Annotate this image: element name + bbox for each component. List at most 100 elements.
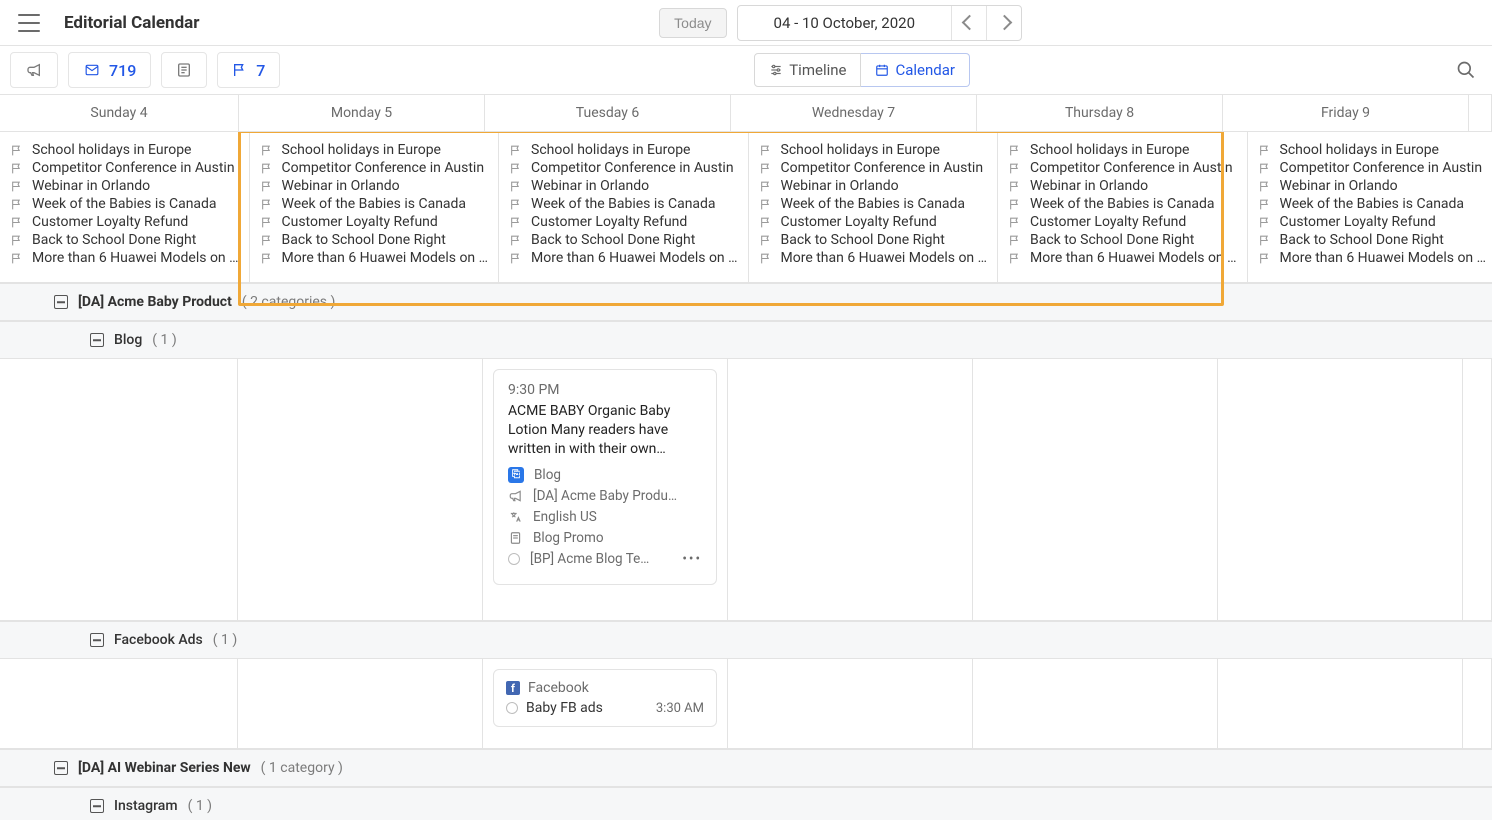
flag-item[interactable]: School holidays in Europe — [1258, 142, 1487, 158]
flag-item[interactable]: School holidays in Europe — [759, 142, 988, 158]
day-header: Sunday 4 — [0, 95, 239, 131]
flag-item[interactable]: More than 6 Huawei Models on … — [10, 250, 239, 266]
flag-item[interactable]: School holidays in Europe — [10, 142, 239, 158]
collapse-icon[interactable] — [90, 799, 104, 813]
day-headers: Sunday 4 Monday 5 Tuesday 6 Wednesday 7 … — [0, 95, 1492, 132]
notes-chip[interactable] — [161, 52, 207, 88]
search-button[interactable] — [1450, 60, 1482, 80]
collapse-icon[interactable] — [90, 333, 104, 347]
flag-item[interactable]: Competitor Conference in Austin — [260, 160, 489, 176]
blog-badge-icon: ⎘ — [508, 467, 524, 483]
today-button[interactable]: Today — [659, 8, 726, 38]
flag-item[interactable]: Back to School Done Right — [759, 232, 988, 248]
date-range-label[interactable]: 04 - 10 October, 2020 — [738, 6, 952, 40]
mail-icon — [83, 63, 101, 77]
flag-item[interactable]: Webinar in Orlando — [10, 178, 239, 194]
flag-item[interactable]: Week of the Babies is Canada — [759, 196, 988, 212]
day-header-overflow — [1469, 95, 1492, 131]
status-ring-icon — [506, 702, 518, 714]
flag-item[interactable]: More than 6 Huawei Models on … — [759, 250, 988, 266]
day-cell: School holidays in Europe Competitor Conf… — [1248, 132, 1492, 283]
flag-item[interactable]: Back to School Done Right — [1258, 232, 1487, 248]
megaphone-icon — [25, 62, 43, 78]
calendar-icon — [875, 63, 889, 77]
day-header: Tuesday 6 — [485, 95, 731, 131]
card-time: 9:30 PM — [508, 382, 702, 398]
flags-count: 7 — [256, 61, 265, 80]
notes-icon — [176, 62, 192, 78]
page-title: Editorial Calendar — [64, 13, 199, 33]
flag-item[interactable]: More than 6 Huawei Models on … — [1258, 250, 1487, 266]
flag-item[interactable]: Week of the Babies is Canada — [509, 196, 738, 212]
flag-item[interactable]: Back to School Done Right — [1008, 232, 1237, 248]
next-week-button[interactable] — [986, 6, 1021, 40]
day-cell: School holidays in Europe Competitor Conf… — [0, 132, 250, 283]
facebook-icon: f — [506, 681, 520, 695]
flag-item[interactable]: School holidays in Europe — [260, 142, 489, 158]
day-cell: School holidays in Europe Competitor Conf… — [749, 132, 999, 283]
flag-item[interactable]: Customer Loyalty Refund — [260, 214, 489, 230]
flag-item[interactable]: Back to School Done Right — [260, 232, 489, 248]
flag-item[interactable]: Competitor Conference in Austin — [509, 160, 738, 176]
flag-item[interactable]: Back to School Done Right — [509, 232, 738, 248]
doc-icon — [508, 531, 523, 545]
subgroup-header-ig[interactable]: Instagram ( 1 ) — [0, 787, 1492, 820]
flag-item[interactable]: School holidays in Europe — [509, 142, 738, 158]
flag-item[interactable]: Webinar in Orlando — [1008, 178, 1237, 194]
card-title: ACME BABY Organic Baby Lotion Many reade… — [508, 402, 702, 459]
group-header-2[interactable]: [DA] AI Webinar Series New ( 1 category … — [0, 749, 1492, 787]
flag-item[interactable]: Webinar in Orlando — [1258, 178, 1487, 194]
day-header: Friday 9 — [1223, 95, 1469, 131]
flag-item[interactable]: Competitor Conference in Austin — [759, 160, 988, 176]
flag-item[interactable]: Back to School Done Right — [10, 232, 239, 248]
blog-card[interactable]: 9:30 PM ACME BABY Organic Baby Lotion Ma… — [493, 369, 717, 585]
collapse-icon[interactable] — [90, 633, 104, 647]
flag-item[interactable]: Week of the Babies is Canada — [1258, 196, 1487, 212]
flag-item[interactable]: Webinar in Orlando — [759, 178, 988, 194]
language-icon — [508, 510, 523, 524]
view-toggle: Timeline Calendar — [754, 53, 970, 87]
flag-item[interactable]: Customer Loyalty Refund — [759, 214, 988, 230]
flag-item[interactable]: Week of the Babies is Canada — [260, 196, 489, 212]
group-header[interactable]: [DA] Acme Baby Product ( 2 categories ) — [0, 283, 1492, 321]
status-ring-icon — [508, 553, 520, 565]
collapse-icon[interactable] — [54, 295, 68, 309]
subgroup-header-fb[interactable]: Facebook Ads ( 1 ) — [0, 621, 1492, 659]
campaigns-chip[interactable] — [10, 52, 58, 88]
timeline-tab[interactable]: Timeline — [754, 53, 861, 87]
flag-item[interactable]: Customer Loyalty Refund — [509, 214, 738, 230]
messages-chip[interactable]: 719 — [68, 52, 151, 88]
flag-item[interactable]: Week of the Babies is Canada — [1008, 196, 1237, 212]
more-icon[interactable]: ••• — [682, 551, 702, 567]
megaphone-icon — [508, 489, 523, 503]
collapse-icon[interactable] — [54, 761, 68, 775]
flag-item[interactable]: Customer Loyalty Refund — [1008, 214, 1237, 230]
flag-item[interactable]: Week of the Babies is Canada — [10, 196, 239, 212]
flags-row: School holidays in Europe Competitor Conf… — [0, 132, 1492, 283]
day-cell: School holidays in Europe Competitor Conf… — [998, 132, 1248, 283]
flag-item[interactable]: More than 6 Huawei Models on … — [509, 250, 738, 266]
flag-item[interactable]: School holidays in Europe — [1008, 142, 1237, 158]
lane-fb: fFacebook Baby FB ads3:30 AM — [0, 659, 1492, 749]
flag-item[interactable]: Competitor Conference in Austin — [1008, 160, 1237, 176]
sliders-icon — [769, 63, 783, 77]
messages-count: 719 — [109, 61, 136, 80]
flag-item[interactable]: More than 6 Huawei Models on … — [260, 250, 489, 266]
calendar-body: School holidays in Europe Competitor Conf… — [0, 132, 1492, 820]
calendar-tab[interactable]: Calendar — [861, 53, 970, 87]
day-header: Monday 5 — [239, 95, 485, 131]
flag-item[interactable]: Customer Loyalty Refund — [10, 214, 239, 230]
subgroup-header-blog[interactable]: Blog ( 1 ) — [0, 321, 1492, 359]
flag-item[interactable]: Webinar in Orlando — [260, 178, 489, 194]
menu-icon[interactable] — [18, 14, 40, 32]
flag-item[interactable]: Competitor Conference in Austin — [1258, 160, 1487, 176]
flag-item[interactable]: Webinar in Orlando — [509, 178, 738, 194]
fb-card[interactable]: fFacebook Baby FB ads3:30 AM — [493, 669, 717, 727]
day-cell: School holidays in Europe Competitor Conf… — [499, 132, 749, 283]
flag-item[interactable]: Customer Loyalty Refund — [1258, 214, 1487, 230]
prev-week-button[interactable] — [952, 6, 986, 40]
flag-item[interactable]: More than 6 Huawei Models on … — [1008, 250, 1237, 266]
day-cell: School holidays in Europe Competitor Conf… — [250, 132, 500, 283]
flag-item[interactable]: Competitor Conference in Austin — [10, 160, 239, 176]
flags-chip[interactable]: 7 — [217, 52, 280, 88]
